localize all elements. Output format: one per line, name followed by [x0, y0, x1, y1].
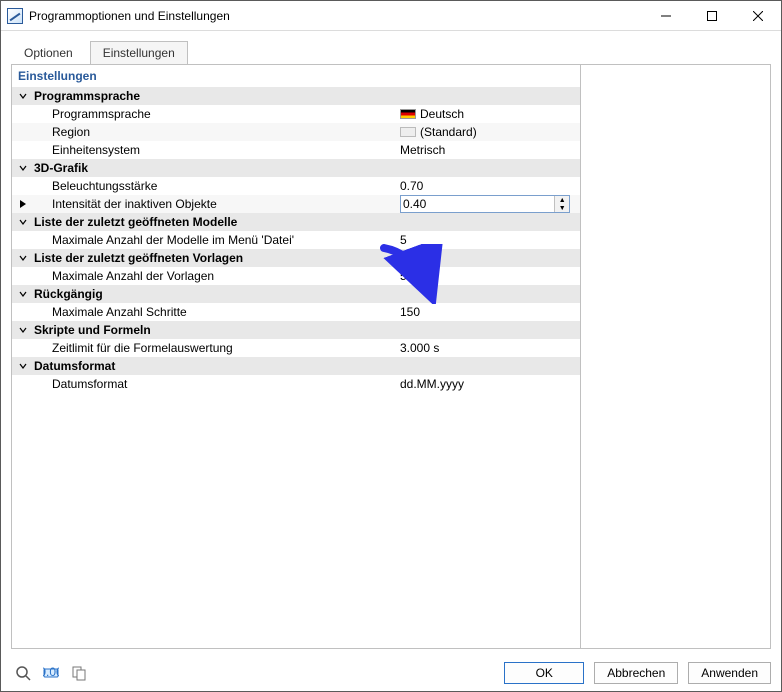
row-value[interactable]: 150: [400, 305, 580, 319]
active-row-marker-icon: [12, 199, 34, 209]
dialog-footer: 0.00 OK Abbrechen Anwenden: [1, 657, 781, 691]
group-title-recent-models: Liste der zuletzt geöffneten Modelle: [34, 215, 580, 229]
chevron-down-icon: [12, 217, 34, 227]
group-header-recent-models[interactable]: Liste der zuletzt geöffneten Modelle: [12, 213, 580, 231]
group-title-recent-templates: Liste der zuletzt geöffneten Vorlagen: [34, 251, 580, 265]
row-label: Einheitensystem: [34, 143, 400, 157]
chevron-down-icon: [12, 361, 34, 371]
settings-panel: Einstellungen Programmsprache Programmsp…: [11, 64, 771, 649]
row-label: Datumsformat: [34, 377, 400, 391]
row-value[interactable]: dd.MM.yyyy: [400, 377, 580, 391]
row-label: Maximale Anzahl Schritte: [34, 305, 400, 319]
row-label: Intensität der inaktiven Objekte: [34, 197, 400, 211]
row-lighting[interactable]: Beleuchtungsstärke 0.70: [12, 177, 580, 195]
row-value[interactable]: 3.000 s: [400, 341, 580, 355]
row-label: Maximale Anzahl der Vorlagen: [34, 269, 400, 283]
spinner-up-button[interactable]: ▲: [555, 196, 569, 204]
intensity-spinner[interactable]: ▲ ▼: [400, 195, 570, 213]
row-value[interactable]: ▲ ▼: [400, 195, 580, 213]
row-label: Beleuchtungsstärke: [34, 179, 400, 193]
property-grid: Programmsprache Programmsprache Deutsch …: [12, 87, 580, 648]
flag-blank-icon: [400, 127, 416, 137]
row-label: Maximale Anzahl der Modelle im Menü 'Dat…: [34, 233, 400, 247]
tabs: Optionen Einstellungen: [1, 31, 781, 64]
settings-grid-pane: Einstellungen Programmsprache Programmsp…: [12, 65, 580, 648]
row-value[interactable]: Deutsch: [400, 107, 580, 121]
close-button[interactable]: [735, 1, 781, 31]
group-title-3d: 3D-Grafik: [34, 161, 580, 175]
settings-pane-title: Einstellungen: [12, 65, 580, 87]
chevron-down-icon: [12, 163, 34, 173]
help-pane: [580, 65, 770, 648]
intensity-input[interactable]: [401, 196, 554, 212]
row-units[interactable]: Einheitensystem Metrisch: [12, 141, 580, 159]
row-language[interactable]: Programmsprache Deutsch: [12, 105, 580, 123]
group-header-3d[interactable]: 3D-Grafik: [12, 159, 580, 177]
window-title: Programmoptionen und Einstellungen: [29, 9, 230, 23]
row-value[interactable]: 5: [400, 233, 580, 247]
title-bar: Programmoptionen und Einstellungen: [1, 1, 781, 31]
ok-button[interactable]: OK: [504, 662, 584, 684]
maximize-button[interactable]: [689, 1, 735, 31]
row-inactive-intensity[interactable]: Intensität der inaktiven Objekte ▲ ▼: [12, 195, 580, 213]
chevron-down-icon: [12, 289, 34, 299]
tab-options[interactable]: Optionen: [11, 41, 86, 64]
search-settings-button[interactable]: [11, 661, 35, 685]
row-label: Zeitlimit für die Formelauswertung: [34, 341, 400, 355]
chevron-down-icon: [12, 253, 34, 263]
row-label: Programmsprache: [34, 107, 400, 121]
row-value[interactable]: (Standard): [400, 125, 580, 139]
row-dateformat[interactable]: Datumsformat dd.MM.yyyy: [12, 375, 580, 393]
row-label: Region: [34, 125, 400, 139]
group-header-scripts[interactable]: Skripte und Formeln: [12, 321, 580, 339]
row-region[interactable]: Region (Standard): [12, 123, 580, 141]
apply-button[interactable]: Anwenden: [688, 662, 771, 684]
group-title-undo: Rückgängig: [34, 287, 580, 301]
minimize-button[interactable]: [643, 1, 689, 31]
app-icon: [7, 8, 23, 24]
group-title-scripts: Skripte und Formeln: [34, 323, 580, 337]
row-formula-timeout[interactable]: Zeitlimit für die Formelauswertung 3.000…: [12, 339, 580, 357]
group-title-dateformat: Datumsformat: [34, 359, 580, 373]
cancel-button[interactable]: Abbrechen: [594, 662, 678, 684]
group-header-undo[interactable]: Rückgängig: [12, 285, 580, 303]
row-value[interactable]: 0.70: [400, 179, 580, 193]
tab-content: Einstellungen Programmsprache Programmsp…: [1, 64, 781, 657]
flag-de-icon: [400, 109, 416, 119]
row-max-models[interactable]: Maximale Anzahl der Modelle im Menü 'Dat…: [12, 231, 580, 249]
group-header-recent-templates[interactable]: Liste der zuletzt geöffneten Vorlagen: [12, 249, 580, 267]
chevron-down-icon: [12, 325, 34, 335]
tab-settings[interactable]: Einstellungen: [90, 41, 188, 64]
row-value[interactable]: 5: [400, 269, 580, 283]
spinner-down-button[interactable]: ▼: [555, 204, 569, 212]
units-display-button[interactable]: 0.00: [39, 661, 63, 685]
chevron-down-icon: [12, 91, 34, 101]
row-value[interactable]: Metrisch: [400, 143, 580, 157]
group-title-language: Programmsprache: [34, 89, 580, 103]
row-max-undo[interactable]: Maximale Anzahl Schritte 150: [12, 303, 580, 321]
group-header-language[interactable]: Programmsprache: [12, 87, 580, 105]
svg-text:0.00: 0.00: [43, 665, 59, 679]
group-header-dateformat[interactable]: Datumsformat: [12, 357, 580, 375]
copy-settings-button[interactable]: [67, 661, 91, 685]
row-max-templates[interactable]: Maximale Anzahl der Vorlagen 5: [12, 267, 580, 285]
